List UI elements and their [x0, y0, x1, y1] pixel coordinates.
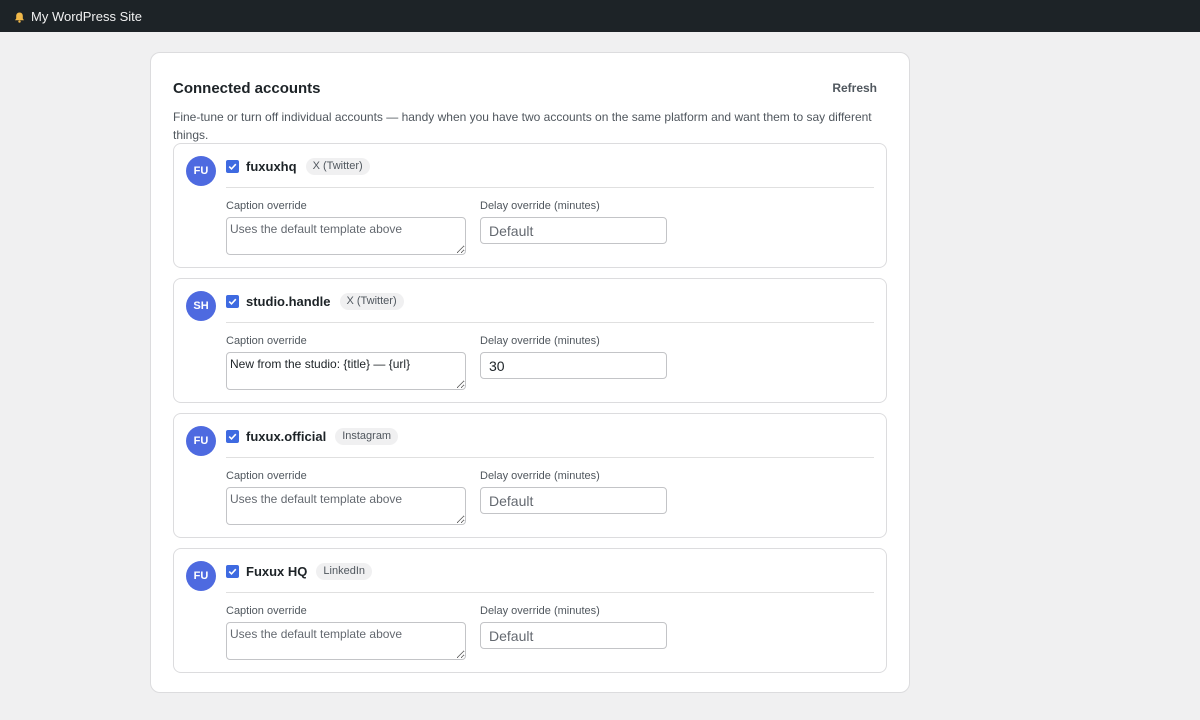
avatar: FU [186, 156, 216, 186]
account-enabled-checkbox[interactable] [226, 564, 239, 578]
caption-override-label: Caption override [226, 200, 307, 212]
account-header: fuxux.official Instagram [226, 427, 874, 445]
account-name: fuxux.official [246, 428, 327, 444]
panel-header: Connected accounts Refresh [173, 77, 887, 99]
delay-override-label: Delay override (minutes) [480, 335, 600, 347]
checkmark-icon [228, 433, 237, 440]
caption-override-input[interactable] [226, 217, 466, 255]
account-card: FU fuxuxhq X (Twitter) Caption override … [173, 143, 887, 268]
avatar: SH [186, 291, 216, 321]
account-name: fuxuxhq [246, 158, 297, 174]
delay-override-label: Delay override (minutes) [480, 605, 600, 617]
delay-override-label: Delay override (minutes) [480, 470, 600, 482]
account-enabled-checkbox[interactable] [226, 429, 239, 443]
divider [226, 322, 874, 323]
panel-description: Fine-tune or turn off individual account… [173, 110, 872, 142]
panel-title: Connected accounts [173, 79, 321, 97]
delay-override-label: Delay override (minutes) [480, 200, 600, 212]
account-card: FU Fuxux HQ LinkedIn Caption override De… [173, 548, 887, 673]
platform-badge: Instagram [335, 427, 399, 445]
caption-override-label: Caption override [226, 335, 307, 347]
caption-override-label: Caption override [226, 470, 307, 482]
avatar: FU [186, 561, 216, 591]
divider [226, 187, 874, 188]
delay-override-input[interactable] [480, 352, 667, 379]
account-header: fuxuxhq X (Twitter) [226, 157, 874, 175]
avatar: FU [186, 426, 216, 456]
delay-override-input[interactable] [480, 622, 667, 649]
caption-override-input[interactable] [226, 487, 466, 525]
account-header: studio.handle X (Twitter) [226, 292, 874, 310]
caption-override-input[interactable]: New from the studio: {title} — {url} [226, 352, 466, 390]
account-card: SH studio.handle X (Twitter) Caption ove… [173, 278, 887, 403]
admin-bar: My WordPress Site [0, 0, 1200, 32]
platform-badge: X (Twitter) [339, 292, 404, 310]
connected-accounts-panel: Connected accounts Refresh Fine-tune or … [150, 52, 910, 693]
caption-override-input[interactable] [226, 622, 466, 660]
delay-override-input[interactable] [480, 487, 667, 514]
account-name: studio.handle [246, 293, 331, 309]
site-name-link[interactable]: My WordPress Site [31, 9, 142, 24]
account-header: Fuxux HQ LinkedIn [226, 562, 874, 580]
account-card: FU fuxux.official Instagram Caption over… [173, 413, 887, 538]
checkmark-icon [228, 568, 237, 575]
checkmark-icon [228, 163, 237, 170]
divider [226, 457, 874, 458]
platform-badge: LinkedIn [316, 562, 372, 580]
platform-badge: X (Twitter) [305, 157, 370, 175]
checkmark-icon [228, 298, 237, 305]
bell-icon[interactable] [14, 11, 25, 23]
account-name: Fuxux HQ [246, 563, 308, 579]
account-enabled-checkbox[interactable] [226, 159, 239, 173]
caption-override-label: Caption override [226, 605, 307, 617]
divider [226, 592, 874, 593]
account-enabled-checkbox[interactable] [226, 294, 239, 308]
delay-override-input[interactable] [480, 217, 667, 244]
refresh-button[interactable]: Refresh [822, 77, 887, 99]
